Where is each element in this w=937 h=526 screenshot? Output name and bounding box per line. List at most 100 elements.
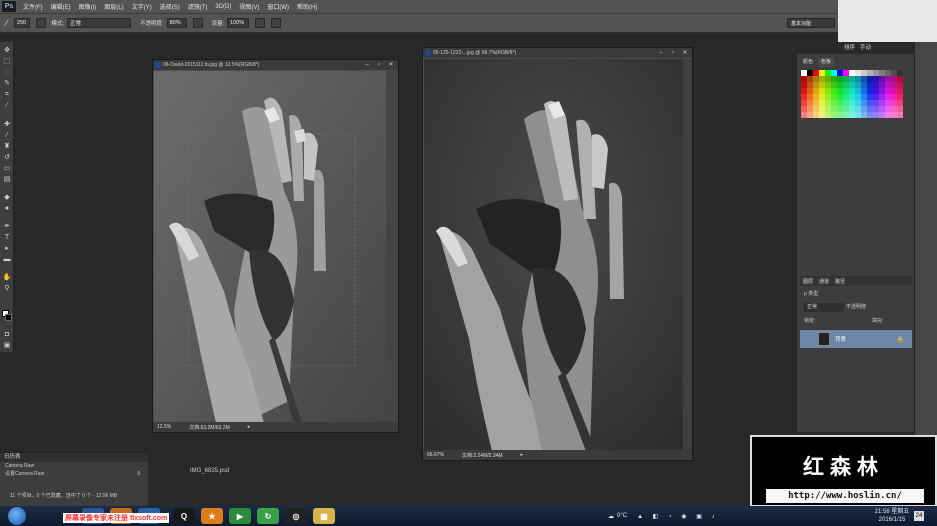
document-window-1[interactable]: 06-David-2015111 fa.jpg @ 12.5%(RGB/8*) … (152, 59, 399, 433)
external-window-strip (838, 0, 937, 42)
airbrush-icon[interactable] (255, 18, 266, 28)
mini-row-camera-raw[interactable]: Camera Raw (0, 462, 148, 470)
opacity-value: 80% (169, 20, 181, 26)
tray-icons[interactable]: ▲ ◧ ◔ ◉ ▣ ♪ (637, 513, 718, 520)
doc2-minimize-icon[interactable]: – (656, 49, 666, 57)
quick-mask-icon[interactable]: ◘ (2, 330, 12, 339)
menu-image[interactable]: 图像(I) (75, 2, 101, 11)
brush-size-picker[interactable]: 250 (13, 18, 30, 28)
taskbar-app2-icon[interactable]: ★ (201, 508, 223, 524)
notification-badge[interactable]: 24 (914, 511, 924, 521)
watermark-name: 红森林 (803, 456, 884, 479)
taskbar-qq-icon[interactable]: Q (173, 508, 195, 524)
zoom-tool-icon[interactable]: ⚲ (2, 284, 12, 293)
opacity-pressure-icon[interactable] (192, 18, 203, 28)
doc2-status-arrow-icon[interactable]: ▸ (521, 452, 524, 458)
doc1-canvas[interactable] (154, 71, 387, 423)
menu-type[interactable]: 文字(Y) (128, 2, 156, 11)
menu-view[interactable]: 视图(V) (235, 2, 263, 11)
doc2-zoom[interactable]: 66.67% (427, 452, 444, 458)
hand-tool-icon[interactable]: ✋ (2, 273, 12, 282)
taskbar-media-icon[interactable]: ▶ (229, 508, 251, 524)
arrange-sort-label[interactable]: 排序 (844, 43, 855, 51)
layer-row-background[interactable]: 背景 🔒 (800, 330, 912, 348)
doc1-zoom[interactable]: 12.5% (157, 424, 171, 430)
shape-tool-icon[interactable]: ▬ (2, 255, 12, 264)
menu-filter[interactable]: 滤镜(T) (184, 2, 212, 11)
doc1-maximize-icon[interactable]: ▫ (374, 61, 384, 69)
eraser-tool-icon[interactable]: ▭ (2, 164, 12, 173)
taskbar-obs-icon[interactable]: ◎ (285, 508, 307, 524)
paths-tab[interactable]: 路径 (832, 278, 848, 285)
mode-select[interactable]: 正常 (67, 18, 132, 28)
channels-tab[interactable]: 通道 (816, 278, 832, 285)
brush-tool-icon[interactable]: ⁄ (6, 18, 8, 28)
crop-tool-icon[interactable]: ⌗ (2, 90, 12, 99)
eyedropper-tool-icon[interactable]: ⁄ (2, 101, 12, 110)
type-tool-icon[interactable]: T (2, 233, 12, 242)
doc1-status-arrow-icon[interactable]: ▸ (248, 424, 251, 430)
flow-input[interactable]: 100% (227, 18, 250, 28)
healing-tool-icon[interactable]: ✚ (2, 120, 12, 129)
blur-tool-icon[interactable]: ◆ (2, 193, 12, 202)
layers-tab[interactable]: 图层 (800, 278, 816, 285)
doc1-minimize-icon[interactable]: – (362, 61, 372, 69)
menu-select[interactable]: 选择(S) (156, 2, 184, 11)
marquee-tool-icon[interactable]: ⬚ (2, 57, 12, 66)
color-swatch[interactable] (897, 112, 903, 118)
gradient-tool-icon[interactable]: ▤ (2, 175, 12, 184)
workspace-select[interactable]: 基本功能 (787, 18, 835, 28)
dodge-tool-icon[interactable]: ● (2, 204, 12, 213)
ps-doc-icon-2 (425, 50, 431, 56)
mini-row-camera-raw-settings[interactable]: 设置Camera Raw 9 (0, 470, 148, 478)
swatch-grid[interactable] (801, 70, 905, 118)
doc2-info: 文档:2.24M/2.24M (461, 452, 503, 459)
layer-thumbnail (818, 332, 830, 346)
doc2-maximize-icon[interactable]: ▫ (668, 49, 678, 57)
menu-layer[interactable]: 图层(L) (100, 2, 127, 11)
swatches-tab[interactable]: 色板 (818, 58, 835, 67)
start-button-icon[interactable] (8, 507, 26, 525)
lasso-tool-icon[interactable]: ◌ (2, 68, 12, 77)
document-window-2[interactable]: 05-125-1222-...jpg @ 66.7%(RGB/8*) – ▫ ✕ (422, 47, 693, 461)
doc2-titlebar[interactable]: 05-125-1222-...jpg @ 66.7%(RGB/8*) – ▫ ✕ (423, 48, 692, 58)
clock[interactable]: 21:58 星期五 2016/1/15 (862, 506, 922, 526)
doc2-canvas[interactable] (424, 59, 683, 451)
arrange-manual-label[interactable]: 手动 (860, 43, 871, 51)
background-color-swatch[interactable] (5, 314, 12, 321)
doc1-scrollbar[interactable] (386, 71, 398, 423)
explorer-status: 11 个项目，0 个已隐藏，选中了 0 个 - 12.96 MB (10, 493, 118, 499)
doc1-titlebar[interactable]: 06-David-2015111 fa.jpg @ 12.5%(RGB/8*) … (153, 60, 398, 70)
taskbar-refresh-icon[interactable]: ↻ (257, 508, 279, 524)
menu-edit[interactable]: 编辑(E) (47, 2, 75, 11)
layer-kind-filter[interactable]: ρ 类型 (804, 290, 818, 297)
ps-logo-icon: Ps (2, 1, 16, 12)
size-pressure-icon[interactable] (271, 18, 282, 28)
brush-panel-toggle[interactable] (35, 18, 46, 28)
doc2-scrollbar[interactable] (683, 59, 692, 451)
menu-window[interactable]: 窗口(W) (263, 2, 293, 11)
hand-photo-1 (154, 71, 387, 423)
color-tab[interactable]: 颜色 (800, 58, 816, 67)
path-select-tool-icon[interactable]: ▸ (2, 244, 12, 253)
move-tool-icon[interactable]: ✥ (2, 46, 12, 55)
blend-mode-select[interactable]: 正常 (804, 303, 844, 312)
clock-date: 2016/1/15 (878, 517, 906, 523)
weather-icon[interactable]: ☁ (608, 513, 614, 520)
screen-mode-icon[interactable]: ▣ (2, 341, 12, 350)
pen-tool-icon[interactable]: ✒ (2, 222, 12, 231)
menu-file[interactable]: 文件(F) (19, 2, 47, 11)
collapsed-panel-strip (914, 42, 937, 442)
doc1-close-icon[interactable]: ✕ (386, 61, 396, 69)
quick-select-tool-icon[interactable]: ✎ (2, 79, 12, 88)
clone-stamp-tool-icon[interactable]: ♜ (2, 142, 12, 151)
brush-tool-icon-active[interactable]: ⁄ (2, 131, 12, 140)
opacity-input[interactable]: 80% (166, 18, 187, 28)
photoshop-window: Ps 文件(F) 编辑(E) 图像(I) 图层(L) 文字(Y) 选择(S) 滤… (0, 0, 937, 526)
menu-help[interactable]: 帮助(H) (293, 2, 321, 11)
taskbar-notes-icon[interactable]: ▦ (313, 508, 335, 524)
menu-3d[interactable]: 3D(D) (211, 4, 235, 10)
doc2-close-icon[interactable]: ✕ (680, 49, 690, 57)
watermark-overlay: 红森林 http://www.hoslin.cn/ (750, 435, 937, 507)
history-brush-tool-icon[interactable]: ↺ (2, 153, 12, 162)
